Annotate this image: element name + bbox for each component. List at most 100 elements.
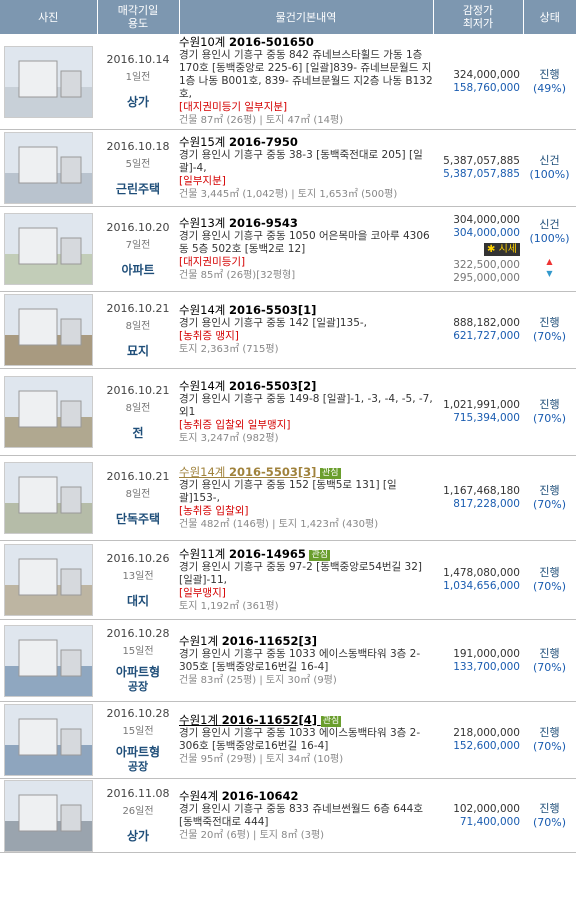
date-cell: 2016.10.28 15일전 아파트형 공장: [97, 701, 179, 779]
auction-status: 진행: [539, 801, 560, 815]
property-photo[interactable]: [4, 704, 93, 776]
photo-cell[interactable]: [0, 129, 97, 207]
special-conditions: [일부맹지]: [179, 586, 226, 599]
court-name: 수원14계: [179, 378, 226, 393]
case-number: 2016-501650: [229, 35, 314, 49]
photo-cell[interactable]: [0, 455, 97, 541]
header-date-label: 매각기일: [117, 4, 159, 17]
property-area: 건물 3,445㎡ (1,042평) | 토지 1,653㎡ (500평): [179, 188, 398, 200]
case-number-link[interactable]: 수원1계 2016-11652[3]: [179, 634, 433, 648]
photo-cell[interactable]: [0, 34, 97, 130]
photo-cell[interactable]: [0, 701, 97, 779]
market-price-button[interactable]: ✱ 시세: [433, 240, 520, 259]
table-row[interactable]: 2016.10.21 8일전 묘지 수원14계 2016-5503[1] 경기 …: [0, 291, 576, 369]
price-ratio: (70%): [532, 498, 567, 511]
date-cell: 2016.10.21 8일전 단독주택: [97, 455, 179, 541]
photo-building-2: [60, 70, 82, 97]
case-number-link[interactable]: 수원14계 2016-5503[3] 관심: [179, 465, 433, 479]
property-photo[interactable]: [4, 624, 93, 697]
case-number-link[interactable]: 수원10계 2016-501650: [179, 36, 433, 49]
auction-date: 2016.10.28: [106, 627, 170, 640]
property-use-label: 아파트형: [115, 665, 161, 679]
case-number: 2016-11652[4]: [221, 713, 318, 727]
case-number: 2016-10642: [221, 788, 299, 803]
down-arrow-icon: ▼: [546, 269, 553, 278]
auction-status: 진행: [539, 67, 560, 81]
case-number-link[interactable]: 수원14계 2016-5503[2]: [179, 378, 433, 393]
property-photo[interactable]: [4, 132, 93, 204]
table-row[interactable]: 2016.10.20 7일전 아파트 수원13계 2016-9543 경기 용인…: [0, 206, 576, 292]
property-photo[interactable]: [4, 544, 93, 616]
photo-cell[interactable]: [0, 540, 97, 620]
special-conditions: [대지권미등기 일부지분]: [179, 101, 288, 113]
property-area: 토지 2,363㎡ (715평): [179, 344, 279, 355]
photo-cell[interactable]: [0, 206, 97, 292]
property-use-sub: 공장: [127, 759, 149, 773]
court-name: 수원4계: [179, 788, 219, 803]
appraised-value: 304,000,000: [453, 213, 520, 226]
appraised-value: 191,000,000: [453, 647, 520, 660]
table-row[interactable]: 2016.10.21 8일전 전 수원14계 2016-5503[2] 경기 용…: [0, 368, 576, 456]
property-photo[interactable]: [4, 376, 93, 448]
photo-building: [18, 60, 58, 97]
table-row[interactable]: 2016.10.18 5일전 근린주택 수원15계 2016-7950 경기 용…: [0, 129, 576, 207]
court-name: 수원10계: [179, 35, 226, 49]
case-number-link[interactable]: 수원11계 2016-14965 관심: [179, 547, 433, 561]
property-use-label: 단독주택: [115, 511, 161, 526]
property-photo[interactable]: [4, 462, 93, 534]
property-address: 경기 용인시 기흥구 중동 38-3 [동백죽전대로 205] [일괄]-4,: [179, 148, 423, 174]
case-number-link[interactable]: 수원15계 2016-7950: [179, 134, 433, 149]
case-number-link[interactable]: 수원13계 2016-9543: [179, 216, 433, 230]
case-number-link[interactable]: 수원14계 2016-5503[1]: [179, 304, 433, 317]
header-price: 감정가 최저가: [433, 0, 524, 34]
photo-cell[interactable]: [0, 368, 97, 456]
photo-building: [18, 390, 58, 428]
property-photo[interactable]: [4, 779, 93, 852]
photo-cell[interactable]: [0, 619, 97, 702]
info-cell: 수원10계 2016-501650 경기 용인시 기흥구 중동 842 쥬네브스…: [179, 34, 433, 130]
case-number-link[interactable]: 수원4계 2016-10642: [179, 788, 433, 803]
property-area: 건물 87㎡ (26평) | 토지 47㎡ (14평): [179, 115, 344, 126]
date-cell: 2016.10.21 8일전 전: [97, 368, 179, 456]
table-row[interactable]: 2016.10.28 15일전 아파트형 공장 수원1계 2016-11652[…: [0, 701, 576, 779]
table-row[interactable]: 2016.10.21 8일전 단독주택 수원14계 2016-5503[3] 관…: [0, 455, 576, 541]
photo-cell[interactable]: [0, 778, 97, 853]
price-ratio: (70%): [532, 580, 567, 593]
special-conditions: [농취증 맹지]: [179, 330, 239, 342]
property-area: 건물 85㎡ (26평)[32평형]: [179, 269, 296, 281]
photo-cell[interactable]: [0, 291, 97, 369]
interest-badge[interactable]: 관심: [320, 467, 341, 479]
status-cell: 진행 (70%): [523, 455, 576, 541]
photo-building-2: [60, 649, 82, 676]
status-cell: 진행 (70%): [523, 619, 576, 702]
table-row[interactable]: 2016.10.26 13일전 대지 수원11계 2016-14965 관심 경…: [0, 540, 576, 620]
property-use: 상가: [97, 93, 179, 110]
property-photo[interactable]: [4, 294, 93, 366]
price-ratio: (70%): [532, 660, 567, 674]
auction-date: 2016.10.28: [106, 706, 170, 720]
table-row[interactable]: 2016.11.08 26일전 상가 수원4계 2016-10642 경기 용인…: [0, 778, 576, 853]
property-use: 아파트: [97, 261, 179, 278]
court-name: 수원15계: [179, 134, 226, 149]
table-row[interactable]: 2016.10.14 1일전 상가 수원10계 2016-501650 경기 용…: [0, 34, 576, 130]
minimum-bid: 304,000,000: [453, 226, 520, 239]
days-remaining: 8일전: [125, 488, 151, 500]
table-row[interactable]: 2016.10.28 15일전 아파트형 공장 수원1계 2016-11652[…: [0, 619, 576, 702]
interest-badge[interactable]: 관심: [320, 716, 342, 727]
date-cell: 2016.10.14 1일전 상가: [97, 34, 179, 130]
property-photo[interactable]: [4, 45, 93, 118]
photo-thumbnail: [5, 780, 92, 851]
price-cell: 1,167,468,180 817,228,000: [433, 455, 523, 541]
price-cell: 218,000,000 152,600,000: [433, 701, 523, 779]
star-icon: ✱: [487, 243, 496, 255]
property-use: 대지: [97, 592, 179, 609]
photo-building: [18, 308, 58, 346]
header-photo: 사진: [0, 0, 98, 34]
photo-building-2: [60, 804, 82, 831]
interest-badge[interactable]: 관심: [309, 549, 331, 561]
case-number-link[interactable]: 수원1계 2016-11652[4] 관심: [179, 714, 433, 727]
property-photo[interactable]: [4, 213, 93, 285]
table-header: 사진 매각기일 용도 물건기본내역 감정가 최저가 상태: [0, 0, 576, 34]
photo-building: [18, 639, 58, 676]
special-conditions: [일부지분]: [179, 174, 226, 187]
